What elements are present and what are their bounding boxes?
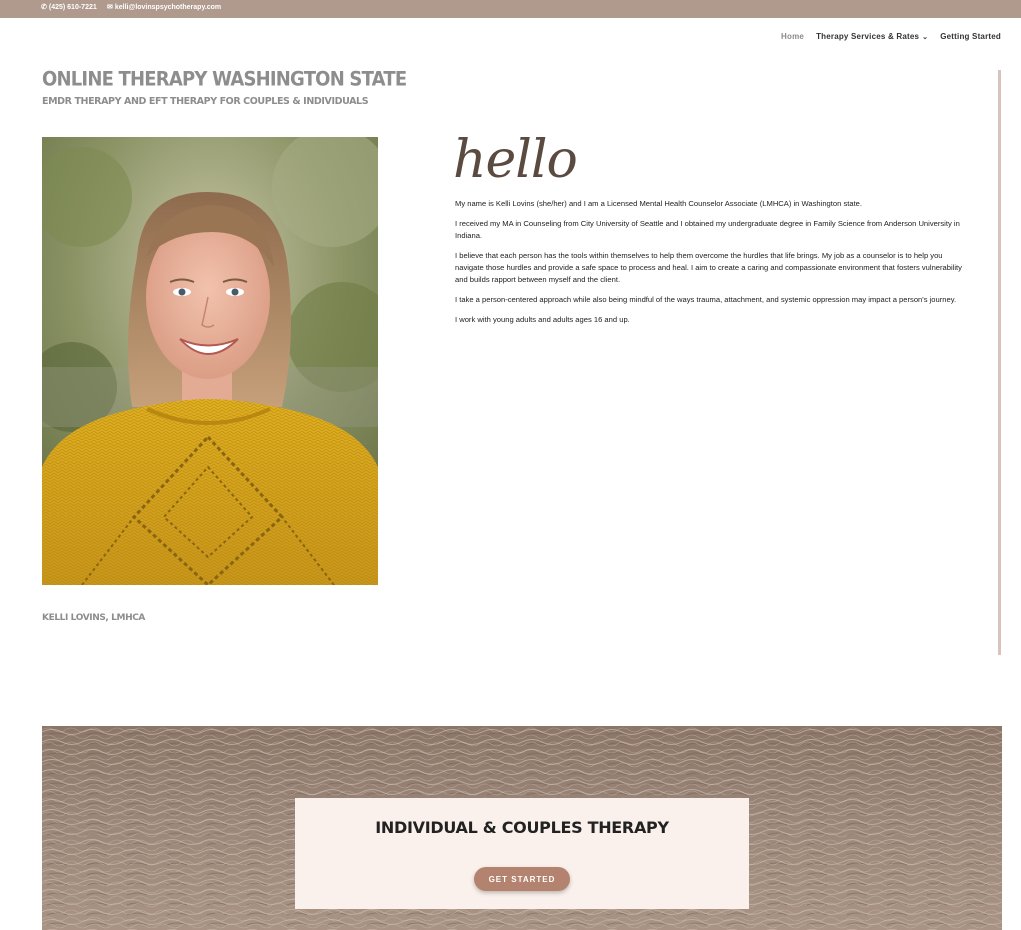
nav-therapy-services-label: Therapy Services & Rates: [816, 32, 920, 41]
nav-home-label: Home: [781, 32, 805, 41]
main-nav: Home Therapy Services & Rates ⌄ Getting …: [781, 32, 1001, 41]
nav-getting-started-label: Getting Started: [940, 32, 1001, 41]
phone-icon: ✆: [41, 4, 47, 11]
bio-paragraph: I received my MA in Counseling from City…: [455, 219, 960, 240]
cta-banner: INDIVIDUAL & COUPLES THERAPY GET STARTED: [42, 726, 1002, 930]
phone-number: (425) 610-7221: [48, 4, 97, 11]
bio-paragraph: I work with young adults and adults ages…: [455, 315, 630, 324]
nav-home[interactable]: Home: [781, 32, 804, 41]
bio-text: My name is Kelli Lovins (she/her) and I …: [455, 198, 965, 334]
cta-card: INDIVIDUAL & COUPLES THERAPY GET STARTED: [295, 798, 749, 909]
chevron-down-icon: ⌄: [922, 33, 929, 41]
email-address: kelli@lovinspsychotherapy.com: [114, 4, 222, 11]
nav-therapy-services[interactable]: Therapy Services & Rates ⌄: [816, 32, 928, 41]
vertical-divider: [998, 70, 1001, 655]
page-title: ONLINE THERAPY WASHINGTON STATE: [42, 68, 407, 92]
profile-photo: [42, 137, 378, 585]
envelope-icon: ✉: [107, 4, 113, 11]
nav-getting-started[interactable]: Getting Started: [940, 32, 1001, 41]
greeting-heading: hello: [453, 130, 578, 190]
bio-paragraph: My name is Kelli Lovins (she/her) and I …: [455, 199, 863, 208]
top-contact-bar: ✆ (425) 610-7221 ✉ kelli@lovinspsychothe…: [0, 0, 1021, 18]
phone-link[interactable]: ✆ (425) 610-7221: [41, 4, 97, 11]
email-link[interactable]: ✉ kelli@lovinspsychotherapy.com: [107, 4, 221, 11]
cta-title: INDIVIDUAL & COUPLES THERAPY: [375, 818, 669, 837]
bio-paragraph: I believe that each person has the tools…: [455, 251, 962, 284]
bio-paragraph: I take a person-centered approach while …: [455, 295, 957, 304]
get-started-button[interactable]: GET STARTED: [474, 867, 570, 891]
profile-caption: KELLI LOVINS, LMHCA: [42, 613, 145, 623]
page-subtitle: EMDR THERAPY AND EFT THERAPY FOR COUPLES…: [42, 96, 369, 107]
